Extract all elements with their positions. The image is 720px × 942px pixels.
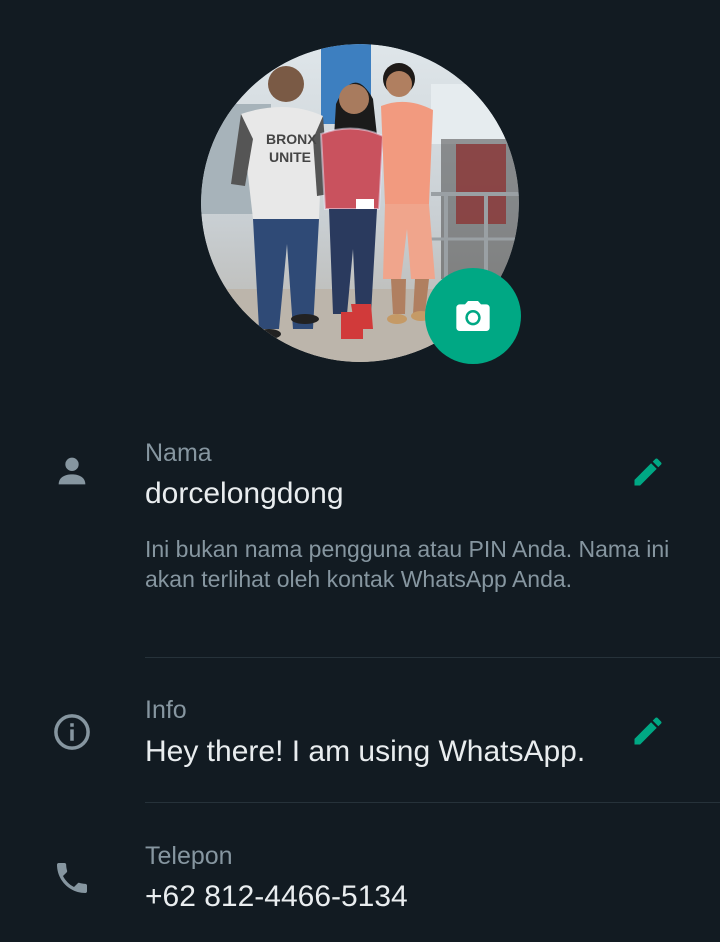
- pencil-icon: [634, 458, 662, 486]
- name-value: dorcelongdong: [145, 477, 344, 510]
- divider: [145, 657, 720, 658]
- person-icon: [50, 449, 94, 493]
- name-row[interactable]: Nama dorcelongdong Ini bukan nama penggu…: [0, 425, 720, 655]
- camera-icon: [456, 301, 490, 331]
- about-value: Hey there! I am using WhatsApp.: [145, 735, 586, 768]
- pencil-icon: [634, 717, 662, 745]
- profile-screen: BRONX UNITE Nama dorcelongdong Ini bukan…: [0, 0, 720, 942]
- phone-value: +62 812-4466-5134: [145, 880, 408, 913]
- about-row[interactable]: Info Hey there! I am using WhatsApp.: [0, 690, 720, 800]
- phone-row: Telepon +62 812-4466-5134: [0, 836, 720, 936]
- svg-text:UNITE: UNITE: [269, 149, 311, 165]
- about-label: Info: [145, 696, 187, 724]
- profile-photo-container: BRONX UNITE: [201, 44, 521, 364]
- svg-text:BRONX: BRONX: [266, 131, 317, 147]
- edit-about-button[interactable]: [626, 709, 670, 753]
- divider: [145, 802, 720, 803]
- change-photo-button[interactable]: [425, 268, 521, 364]
- name-label: Nama: [145, 439, 212, 467]
- edit-name-button[interactable]: [626, 450, 670, 494]
- info-icon: [50, 710, 94, 754]
- phone-label: Telepon: [145, 842, 233, 870]
- phone-icon: [50, 856, 94, 900]
- name-hint: Ini bukan nama pengguna atau PIN Anda. N…: [145, 536, 670, 592]
